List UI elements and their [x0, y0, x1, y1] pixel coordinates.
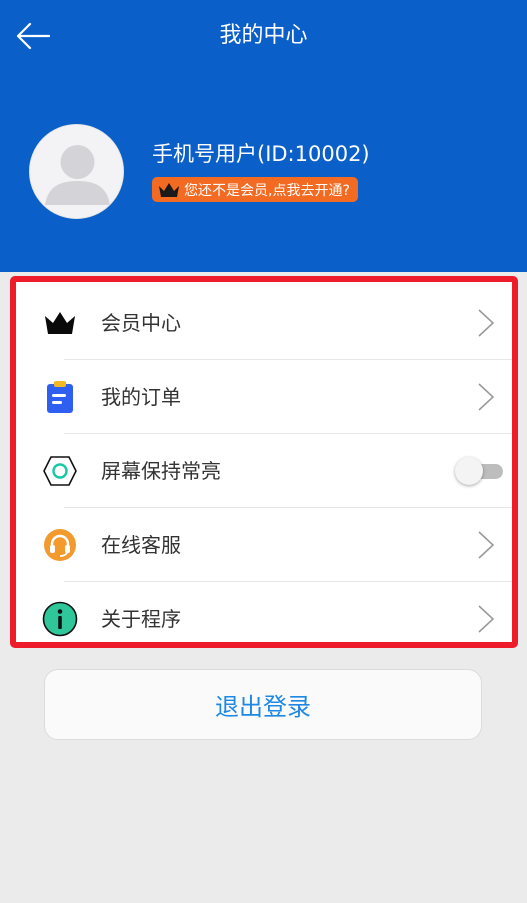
logout-button[interactable]: 退出登录 [44, 669, 482, 740]
keep-screen-on-toggle[interactable] [455, 456, 505, 486]
vip-upgrade-badge[interactable]: 您还不是会员,点我去开通? [152, 177, 358, 202]
menu-item-keep-screen-on[interactable]: 屏幕保持常亮 [16, 434, 512, 508]
crown-icon [40, 303, 80, 343]
menu-item-label: 屏幕保持常亮 [101, 459, 221, 483]
menu-item-online-support[interactable]: 在线客服 [16, 508, 512, 582]
chevron-right-icon [478, 383, 495, 411]
menu-item-label: 会员中心 [101, 311, 181, 335]
page-title: 我的中心 [219, 23, 308, 48]
menu-item-label: 我的订单 [101, 385, 181, 409]
crown-icon [159, 182, 179, 197]
clipboard-icon [40, 377, 80, 417]
menu-item-vip-center[interactable]: 会员中心 [16, 286, 512, 360]
hexagon-icon [40, 451, 80, 491]
menu-item-my-orders[interactable]: 我的订单 [16, 360, 512, 434]
logout-label: 退出登录 [215, 693, 311, 721]
my-center-page: 我的中心 手机号用户(ID:10002) 您还不是会员,点我去开通? 会员中心 [0, 0, 527, 903]
vip-prompt-text: 您还不是会员,点我去开通? [184, 182, 350, 199]
chevron-right-icon [478, 309, 495, 337]
chevron-right-icon [478, 531, 495, 559]
chevron-right-icon [478, 605, 495, 633]
menu-item-label: 关于程序 [101, 607, 181, 631]
settings-menu: 会员中心 我的订单 屏幕保持常亮 在线客服 关于程序 [10, 276, 518, 648]
menu-item-label: 在线客服 [101, 533, 181, 557]
info-icon [40, 599, 80, 639]
user-avatar-icon [45, 145, 110, 205]
avatar[interactable] [29, 124, 124, 219]
menu-item-about[interactable]: 关于程序 [16, 582, 512, 656]
toggle-knob [455, 457, 483, 485]
user-name: 手机号用户(ID:10002) [152, 142, 370, 166]
profile-header: 我的中心 手机号用户(ID:10002) 您还不是会员,点我去开通? [0, 0, 527, 272]
headset-icon [40, 525, 80, 565]
